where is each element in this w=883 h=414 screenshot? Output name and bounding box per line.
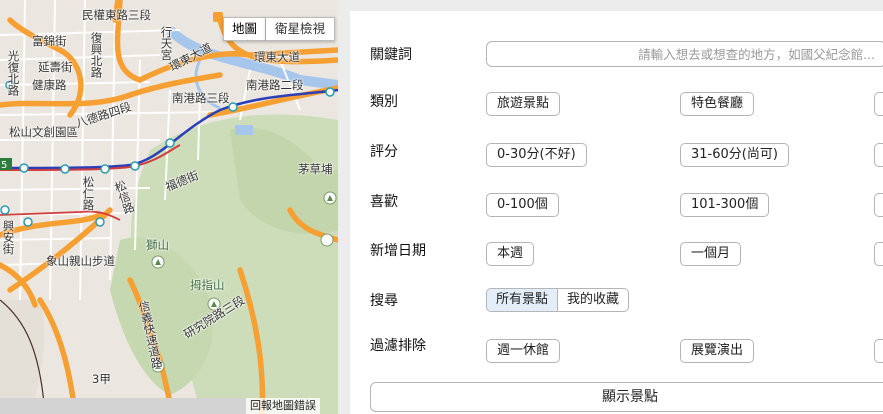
map-label: 3甲 [92, 372, 111, 386]
panel-divider [338, 0, 350, 414]
keyword-input[interactable] [486, 41, 883, 67]
category-label: 類別 [370, 94, 398, 110]
likes-option-101-300[interactable]: 101-300個 [680, 193, 770, 217]
map-label: 行天宮 [159, 26, 174, 61]
date-added-label: 新增日期 [370, 243, 426, 259]
exclude-option-exhibitions[interactable]: 展覽演出 [680, 339, 755, 363]
exclude-option-more[interactable] [874, 339, 883, 363]
map-label: 松山文創園區 [9, 125, 78, 139]
likes-option-0-100[interactable]: 0-100個 [486, 193, 559, 217]
satellite-view-button[interactable]: 衛星檢視 [266, 17, 335, 41]
map-label: 富錦街 [32, 34, 67, 48]
map-label: 復興北路 [89, 32, 104, 78]
search-scope-toggle: 所有景點 我的收藏 [486, 288, 630, 312]
report-map-error-link[interactable]: 回報地圖錯誤 [246, 398, 320, 414]
map-label: 南港路二段 [246, 78, 304, 92]
map-label: 南港路三段 [172, 91, 230, 105]
map-label: 健康路 [32, 78, 67, 92]
date-option-month[interactable]: 一個月 [680, 242, 742, 266]
map-label: 光復北路 [6, 50, 21, 96]
likes-label: 喜歡 [370, 194, 398, 210]
map-label: 興安街 [1, 220, 16, 255]
map-label: 松仁路 [81, 176, 96, 211]
map-label: 延壽街 [38, 60, 73, 74]
rating-option-0-30[interactable]: 0-30分(不好) [486, 143, 587, 167]
map-label: 民權東路三段 [82, 8, 151, 22]
keyword-label: 關鍵詞 [370, 47, 412, 63]
date-option-more[interactable] [874, 242, 883, 266]
likes-option-more[interactable] [874, 193, 883, 217]
exclude-option-monday-closed[interactable]: 週一休館 [486, 339, 561, 363]
panel-top-strip [350, 0, 883, 11]
map-exit-number: 5 [1, 160, 8, 171]
category-option-more[interactable] [874, 92, 883, 116]
rating-option-more[interactable] [874, 143, 883, 167]
category-option-attractions[interactable]: 旅遊景點 [486, 92, 561, 116]
date-option-week[interactable]: 本週 [486, 242, 535, 266]
map-label: 茅草埔 [298, 162, 333, 176]
map-label: 拇指山 [190, 278, 225, 292]
category-option-restaurants[interactable]: 特色餐廳 [680, 92, 755, 116]
map-label: 獅山 [146, 238, 169, 252]
exclude-label: 過濾排除 [370, 338, 426, 354]
search-all-attractions-button[interactable]: 所有景點 [486, 288, 559, 312]
map-footer-strip [0, 398, 246, 414]
filter-panel: 關鍵詞 類別 旅遊景點 特色餐廳 評分 0-30分(不好) 31-60分(尚可)… [350, 11, 883, 414]
show-attractions-button[interactable]: 顯示景點 [370, 382, 883, 412]
map-view-button[interactable]: 地圖 [223, 17, 266, 41]
rating-label: 評分 [370, 144, 398, 160]
map-label: 環東大道 [254, 50, 300, 64]
rating-option-31-60[interactable]: 31-60分(尚可) [680, 143, 789, 167]
search-my-favorites-button[interactable]: 我的收藏 [558, 288, 630, 312]
search-scope-label: 搜尋 [370, 293, 398, 309]
map-view[interactable]: 民權東路三段 行天宮 復興北路 富錦街 光復北路 延壽街 健康路 環東大道 環東… [0, 0, 338, 414]
map-label: 象山親山步道 [46, 254, 115, 268]
